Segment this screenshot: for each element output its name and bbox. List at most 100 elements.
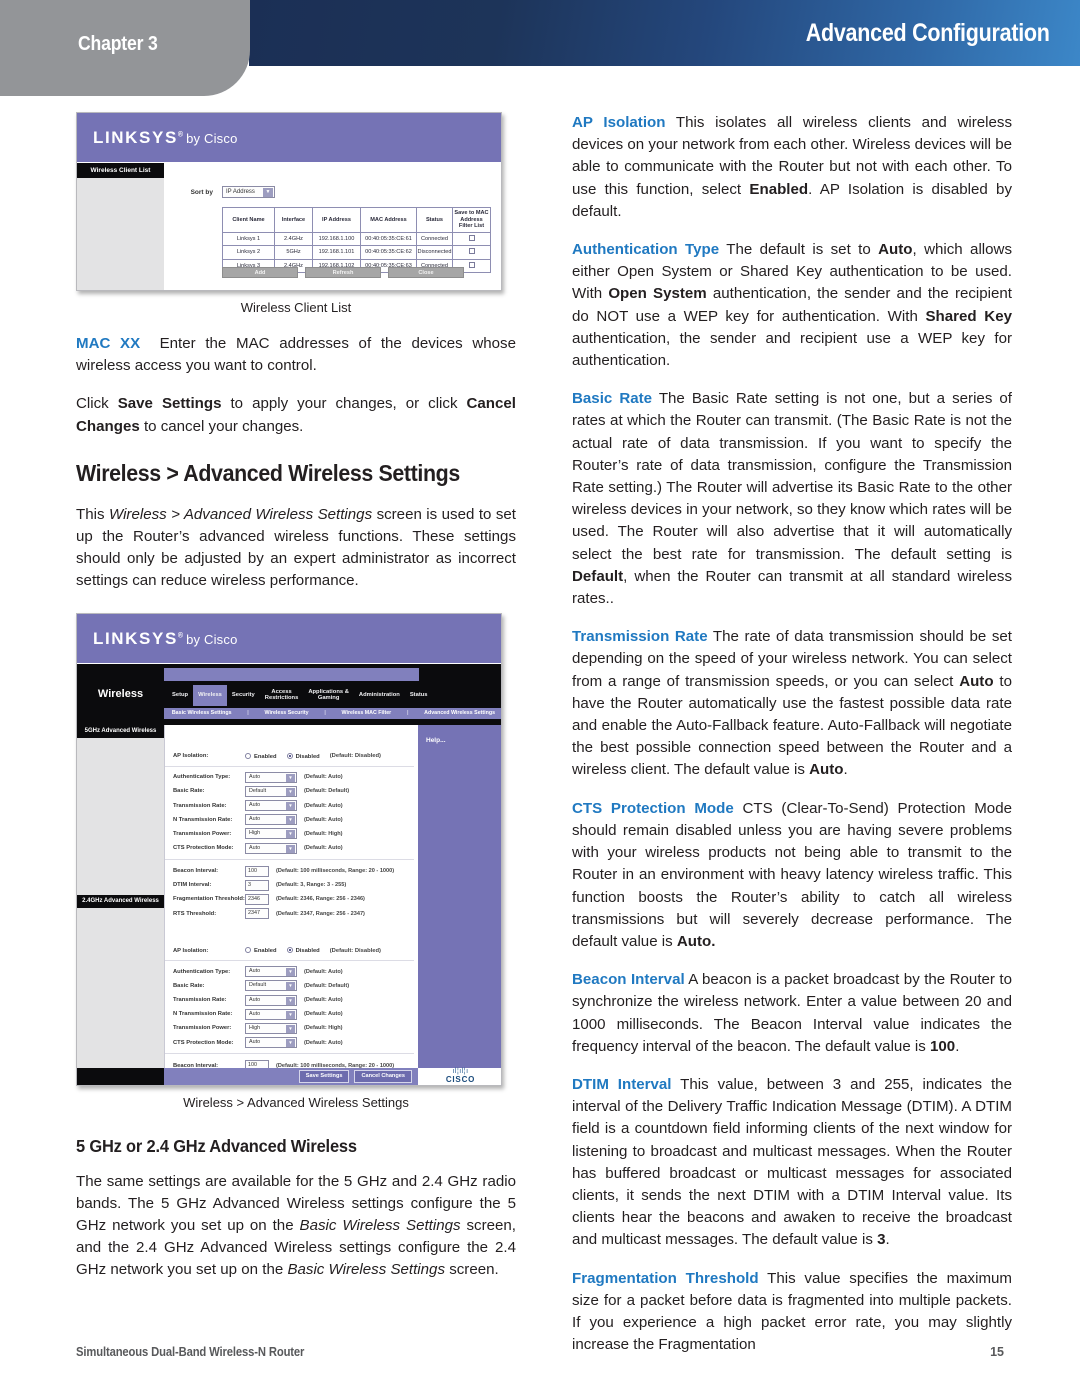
ap-isolation-enabled-label: Enabled xyxy=(254,948,277,955)
text-mac-xx: Enter the MAC addresses of the devices w… xyxy=(76,335,516,375)
note-cts-protection-mode: (Default: Auto) xyxy=(304,845,343,852)
radio-icon[interactable] xyxy=(245,947,251,954)
chevron-down-icon[interactable]: ▼ xyxy=(286,996,295,1005)
dtim-p2: . xyxy=(885,1231,890,1249)
add-button[interactable]: Add xyxy=(222,267,298,278)
label-dtim-interval: DTIM Interval: xyxy=(173,882,212,889)
auth-b2: Open System xyxy=(608,285,707,303)
select-n-transmission-rate[interactable]: Auto ▼ xyxy=(245,1008,297,1020)
chevron-down-icon[interactable]: ▼ xyxy=(286,816,295,825)
chevron-down-icon[interactable]: ▼ xyxy=(286,1039,295,1048)
cancel-changes-button[interactable]: Cancel Changes xyxy=(354,1069,412,1083)
subtab-wireless-security[interactable]: Wireless Security xyxy=(265,710,309,716)
refresh-button[interactable]: Refresh xyxy=(305,267,381,278)
input-beacon-interval[interactable]: 100 xyxy=(245,865,269,877)
subtab-basic-wireless-settings[interactable]: Basic Wireless Settings xyxy=(172,710,232,716)
save-settings-button[interactable]: Save Settings xyxy=(298,1069,350,1083)
ap-isolation-enabled-option[interactable]: Enabled xyxy=(245,752,277,760)
value-n-transmission-rate: Auto xyxy=(249,1010,261,1017)
sort-by-select[interactable]: IP Address ▼ xyxy=(222,186,275,198)
sidebar-tab-wireless-client-list[interactable]: Wireless Client List xyxy=(77,163,164,178)
checkbox-icon[interactable] xyxy=(468,261,475,268)
ap-isolation-default-note: (Default: Disabled) xyxy=(329,947,381,954)
client-list-table: Client Name Interface IP Address MAC Add… xyxy=(222,207,491,273)
tab-administration[interactable]: Administration xyxy=(354,692,405,699)
cell-save-checkbox[interactable] xyxy=(452,231,491,246)
checkbox-icon[interactable] xyxy=(468,234,475,241)
dtim-p1: This value, between 3 and 255, indicates… xyxy=(572,1075,1012,1249)
select-basic-rate[interactable]: Default ▼ xyxy=(245,980,297,992)
client-list-sidebar xyxy=(77,163,164,290)
row-n-transmission-rate: N Transmission Rate: Auto ▼ (Default: Aut… xyxy=(173,814,414,826)
chevron-down-icon[interactable]: ▼ xyxy=(286,1010,295,1019)
help-link[interactable]: Help... xyxy=(426,737,446,744)
row-basic-rate: Basic Rate: Default ▼ (Default: Default) xyxy=(173,785,414,797)
cell-save-checkbox[interactable] xyxy=(452,245,491,260)
tab-access-restrictions[interactable]: Access Restrictions xyxy=(260,689,304,702)
tab-setup[interactable]: Setup xyxy=(167,692,193,699)
ap-isolation-label: AP Isolation: xyxy=(173,753,209,760)
chevron-down-icon[interactable]: ▼ xyxy=(286,982,295,991)
note-authentication-type: (Default: Auto) xyxy=(304,968,343,975)
select-authentication-type[interactable]: Auto ▼ xyxy=(245,771,297,783)
tr-b1: Auto xyxy=(959,672,994,690)
cell-client-name: Linksys 1 xyxy=(222,231,275,246)
chevron-down-icon[interactable]: ▼ xyxy=(286,1024,295,1033)
sidebar-tab-5ghz-advanced-wireless[interactable]: 5GHz Advanced Wireless xyxy=(77,724,164,738)
tab-status[interactable]: Status xyxy=(405,692,433,699)
section-heading-advanced-wireless-settings: Wireless > Advanced Wireless Settings xyxy=(76,459,460,486)
tab-applications-gaming[interactable]: Applications & Gaming xyxy=(303,689,354,702)
chevron-down-icon[interactable]: ▼ xyxy=(286,787,295,796)
select-cts-protection-mode[interactable]: Auto ▼ xyxy=(245,842,297,854)
chevron-down-icon[interactable]: ▼ xyxy=(286,830,295,839)
close-button[interactable]: Close xyxy=(388,267,464,278)
sidebar-footer xyxy=(77,1067,164,1085)
select-transmission-power[interactable]: High ▼ xyxy=(245,828,297,840)
sidebar-tab-24ghz-advanced-wireless[interactable]: 2.4GHz Advanced Wireless xyxy=(77,894,164,908)
note-authentication-type: (Default: Auto) xyxy=(304,774,343,781)
select-authentication-type[interactable]: Auto ▼ xyxy=(245,966,297,978)
chevron-down-icon[interactable]: ▼ xyxy=(286,802,295,810)
ap-isolation-disabled-label: Disabled xyxy=(295,753,320,760)
checkbox-icon[interactable] xyxy=(468,248,475,254)
bands-i2: Basic Wireless Settings xyxy=(287,1261,446,1279)
radio-icon[interactable] xyxy=(286,947,293,954)
input-fragmentation-threshold[interactable]: 2346 xyxy=(245,893,269,905)
chevron-down-icon[interactable]: ▼ xyxy=(286,773,295,782)
ap-isolation-default-note: (Default: Disabled) xyxy=(329,753,381,760)
row-cts-protection-mode: CTS Protection Mode: Auto ▼ (Default: Aut… xyxy=(173,842,414,854)
note-transmission-rate: (Default: Auto) xyxy=(304,997,343,1003)
subtab-separator: | xyxy=(247,710,249,717)
radio-icon[interactable] xyxy=(286,752,293,759)
input-dtim-interval[interactable]: 3 xyxy=(245,879,269,891)
subtab-wireless-mac-filter[interactable]: Wireless MAC Filter xyxy=(342,710,392,716)
select-transmission-rate[interactable]: Auto ▼ xyxy=(245,800,297,811)
sc-p1: Click xyxy=(76,395,118,413)
auth-b1: Auto xyxy=(878,241,913,259)
row-basic-rate: Basic Rate: Default ▼ (Default: Default) xyxy=(173,980,414,992)
chevron-down-icon[interactable]: ▼ xyxy=(286,844,295,853)
ap-isolation-disabled-option[interactable]: Disabled xyxy=(286,947,320,954)
subtab-advanced-wireless-settings[interactable]: Advanced Wireless Settings xyxy=(424,710,495,716)
ap-isolation-row-24ghz: AP Isolation: Enabled Disabled (Default:… xyxy=(165,941,414,962)
secondary-tabs: Basic Wireless Settings | Wireless Secur… xyxy=(164,707,501,719)
value-n-transmission-rate: Auto xyxy=(249,816,261,823)
select-cts-protection-mode[interactable]: Auto ▼ xyxy=(245,1037,297,1049)
registered-mark: ® xyxy=(177,631,184,639)
cell-status: Disconnected xyxy=(416,245,453,260)
tab-security[interactable]: Security xyxy=(227,692,260,699)
input-rts-threshold[interactable]: 2347 xyxy=(245,908,269,920)
ap-isolation-enabled-option[interactable]: Enabled xyxy=(245,947,277,954)
value-transmission-rate: Auto xyxy=(249,996,261,1003)
select-basic-rate[interactable]: Default ▼ xyxy=(245,785,297,797)
chevron-down-icon[interactable]: ▼ xyxy=(286,968,295,977)
select-transmission-rate[interactable]: Auto ▼ xyxy=(245,994,297,1006)
radio-icon[interactable] xyxy=(245,752,251,759)
ap-isolation-disabled-option[interactable]: Disabled xyxy=(286,752,320,760)
input-rows-5ghz: Beacon Interval: 100 (Default: 100 milli… xyxy=(165,860,414,926)
tab-wireless[interactable]: Wireless xyxy=(193,684,227,706)
select-n-transmission-rate[interactable]: Auto ▼ xyxy=(245,814,297,826)
chevron-down-icon[interactable]: ▼ xyxy=(263,188,273,197)
select-transmission-power[interactable]: High ▼ xyxy=(245,1022,297,1034)
col-interface: Interface xyxy=(274,207,313,233)
